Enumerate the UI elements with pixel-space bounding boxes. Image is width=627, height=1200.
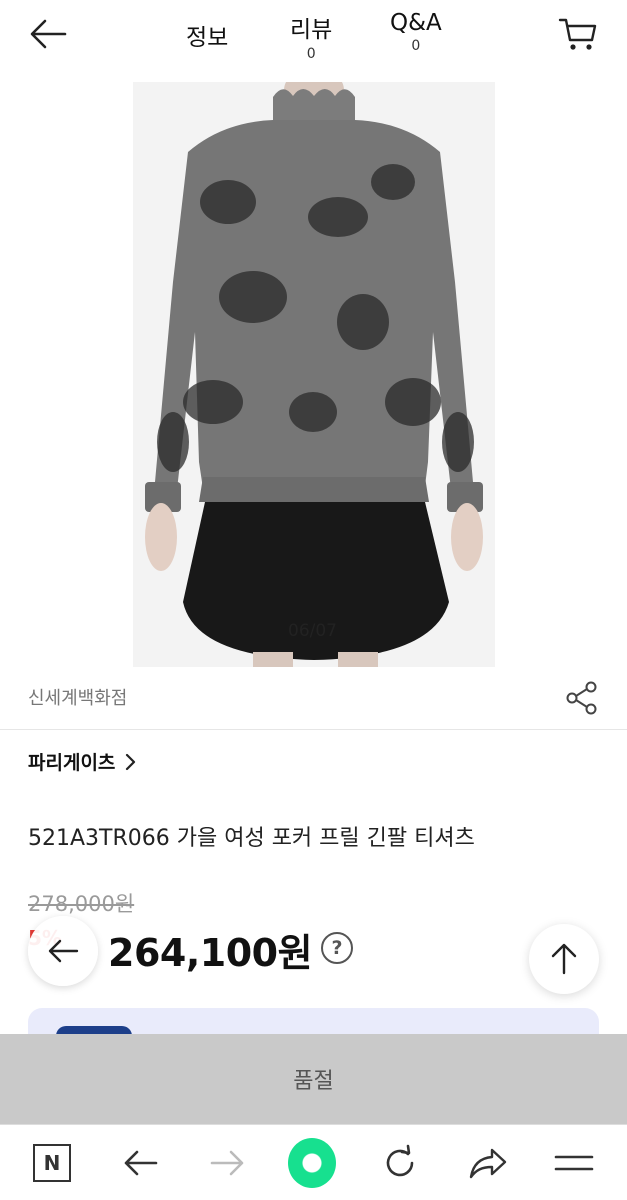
- soldout-button[interactable]: 품절: [0, 1034, 627, 1124]
- browser-menu-button[interactable]: [550, 1139, 598, 1187]
- reload-icon: [386, 1144, 414, 1177]
- arrow-left-icon: [30, 19, 67, 49]
- product-title: 521A3TR066 가을 여성 포커 프릴 긴팔 티셔츠: [28, 826, 475, 851]
- share-icon: [566, 681, 597, 715]
- browser-back-button[interactable]: [116, 1139, 164, 1187]
- tab-review[interactable]: 리뷰 0: [290, 10, 332, 62]
- soldout-label: 품절: [293, 1069, 334, 1094]
- chevron-right-icon: [126, 753, 136, 770]
- store-row: 신세계백화점: [0, 668, 627, 730]
- back-button[interactable]: [26, 14, 70, 54]
- floating-back-button[interactable]: [28, 916, 98, 986]
- browser-toolbar: N: [0, 1124, 627, 1200]
- tab-qa[interactable]: Q&A 0: [390, 10, 442, 54]
- share-button[interactable]: [564, 680, 600, 716]
- browser-green-dot-button[interactable]: [288, 1138, 336, 1188]
- cart-icon: [558, 18, 597, 50]
- tab-info[interactable]: 정보: [186, 18, 228, 52]
- tab-review-count: 0: [306, 46, 316, 62]
- arrow-left-icon: [48, 939, 79, 963]
- browser-forward-button[interactable]: [204, 1139, 252, 1187]
- product-photo-illustration: [133, 82, 495, 667]
- cart-button[interactable]: [556, 14, 600, 54]
- sale-price: 264,100원: [108, 931, 313, 975]
- top-header: 정보 리뷰 0 Q&A 0: [0, 0, 627, 70]
- brand-name: 파리게이츠: [28, 752, 116, 774]
- original-price: 278,000원: [28, 892, 135, 916]
- image-counter: 06/07: [288, 621, 337, 641]
- naver-n-icon: N: [33, 1144, 71, 1182]
- arrow-right-icon: [210, 1150, 244, 1176]
- tab-qa-label: Q&A: [390, 10, 442, 36]
- price-help-icon[interactable]: ?: [321, 932, 353, 964]
- scroll-top-button[interactable]: [529, 924, 599, 994]
- tab-review-label: 리뷰: [290, 17, 333, 43]
- green-dot-icon: [288, 1138, 336, 1188]
- brand-link[interactable]: 파리게이츠: [28, 748, 137, 775]
- product-page: 정보 리뷰 0 Q&A 0 06/07 신세계백화점 파리게이츠 521A3TR…: [0, 0, 627, 1200]
- naver-home-button[interactable]: N: [28, 1139, 76, 1187]
- price-row: 5% 264,100원 ?: [28, 916, 608, 986]
- menu-icon: [554, 1155, 594, 1171]
- browser-reload-button[interactable]: [376, 1139, 424, 1187]
- share-arrow-icon: [469, 1148, 507, 1179]
- arrow-left-icon: [124, 1150, 158, 1176]
- arrow-up-icon: [551, 943, 577, 975]
- browser-share-button[interactable]: [464, 1139, 512, 1187]
- tab-info-label: 정보: [186, 25, 229, 51]
- store-name[interactable]: 신세계백화점: [28, 684, 127, 710]
- product-image[interactable]: [133, 82, 495, 667]
- tab-qa-count: 0: [411, 38, 421, 54]
